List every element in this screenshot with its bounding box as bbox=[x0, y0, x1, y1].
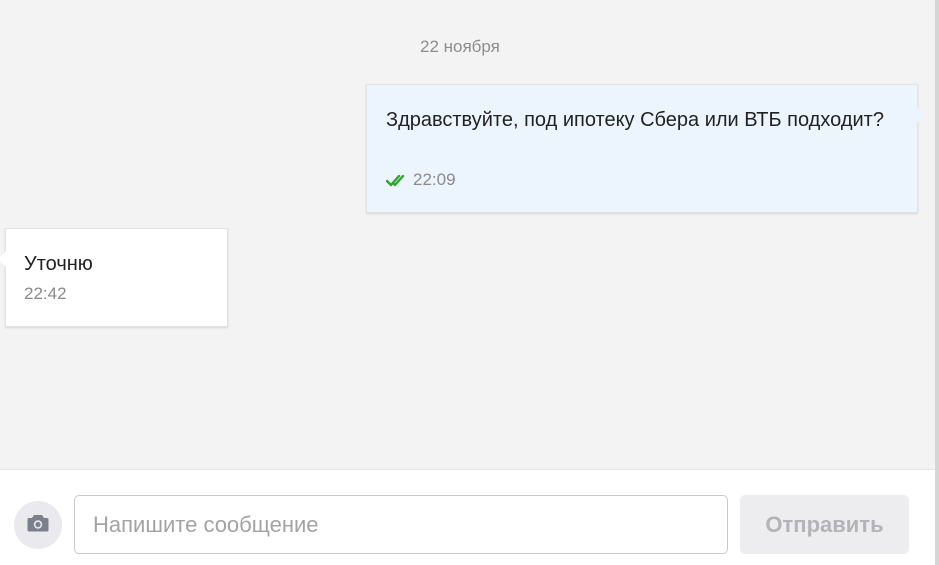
chat-history: 22 ноября Здравствуйте, под ипотеку Сбер… bbox=[0, 0, 935, 469]
message-text: Уточню bbox=[24, 253, 93, 275]
message-meta: 22:42 bbox=[24, 284, 67, 304]
send-button[interactable]: Отправить bbox=[740, 495, 909, 554]
scrollbar[interactable] bbox=[935, 0, 939, 565]
outgoing-message[interactable]: Здравствуйте, под ипотеку Сбера или ВТБ … bbox=[366, 84, 926, 213]
message-text: Здравствуйте, под ипотеку Сбера или ВТБ … bbox=[386, 109, 884, 131]
message-meta: 22:09 bbox=[385, 170, 456, 190]
double-check-icon bbox=[385, 173, 408, 187]
camera-icon bbox=[27, 514, 49, 537]
message-composer: Отправить bbox=[0, 469, 935, 565]
message-time: 22:42 bbox=[24, 284, 67, 303]
date-separator: 22 ноября bbox=[420, 37, 500, 56]
attach-photo-button[interactable] bbox=[14, 501, 62, 549]
message-time: 22:09 bbox=[413, 170, 456, 189]
message-input[interactable] bbox=[74, 495, 728, 554]
incoming-message[interactable]: Уточню 22:42 bbox=[0, 228, 228, 327]
